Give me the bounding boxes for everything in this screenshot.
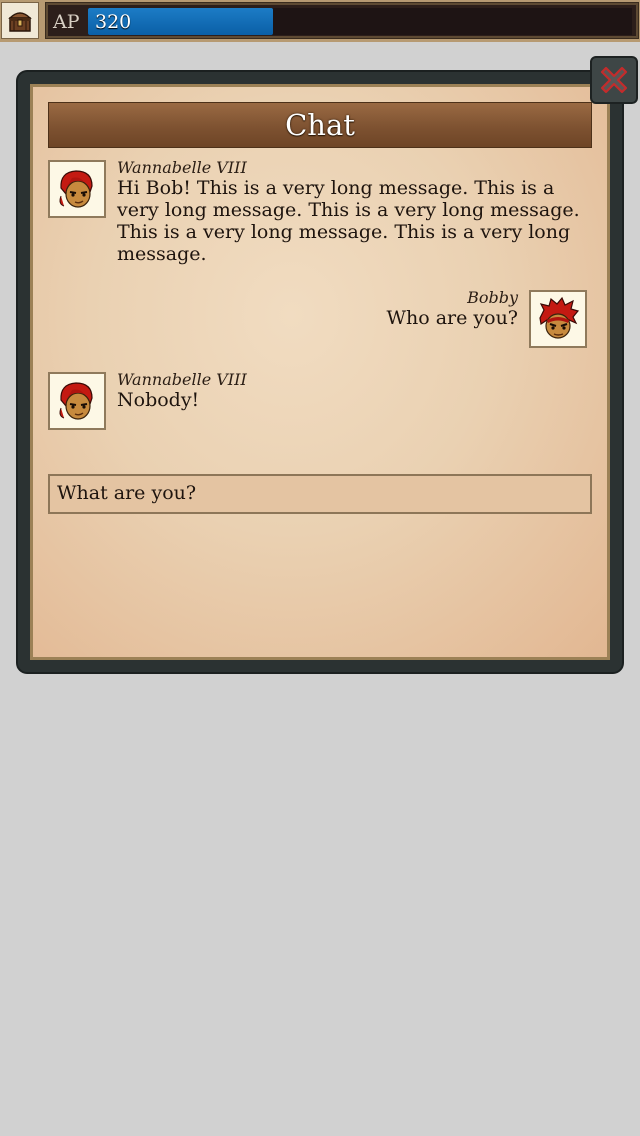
red-haired-character-avatar xyxy=(59,382,93,420)
red-haired-character-avatar xyxy=(59,170,93,208)
message-text: Hi Bob! This is a very long message. Thi… xyxy=(117,177,580,265)
sender-avatar[interactable] xyxy=(529,290,587,348)
message-text: Who are you? xyxy=(386,307,518,329)
close-button[interactable] xyxy=(590,56,638,104)
close-icon xyxy=(600,66,628,94)
chat-title-bar: Chat xyxy=(48,102,592,148)
treasure-chest-icon xyxy=(8,11,32,32)
sender-avatar[interactable] xyxy=(48,160,106,218)
spiky-red-haired-character-avatar xyxy=(539,296,580,339)
message-text: Nobody! xyxy=(117,389,200,411)
chat-title: Chat xyxy=(285,108,355,142)
inventory-button[interactable] xyxy=(1,2,39,39)
ap-label: AP xyxy=(53,11,80,33)
ap-bar-track: 320 xyxy=(88,8,632,35)
ap-meter: AP 320 xyxy=(45,2,639,39)
ap-value: 320 xyxy=(95,11,132,33)
message-sender: Wannabelle VIII xyxy=(117,158,247,177)
sender-avatar[interactable] xyxy=(48,372,106,430)
chat-input-value[interactable]: What are you? xyxy=(57,482,196,504)
chat-dialog xyxy=(18,72,622,672)
chat-input[interactable]: What are you? xyxy=(48,474,592,514)
message-sender: Wannabelle VIII xyxy=(117,370,247,389)
message-sender: Bobby xyxy=(467,288,518,307)
top-bar: AP 320 xyxy=(0,0,640,42)
